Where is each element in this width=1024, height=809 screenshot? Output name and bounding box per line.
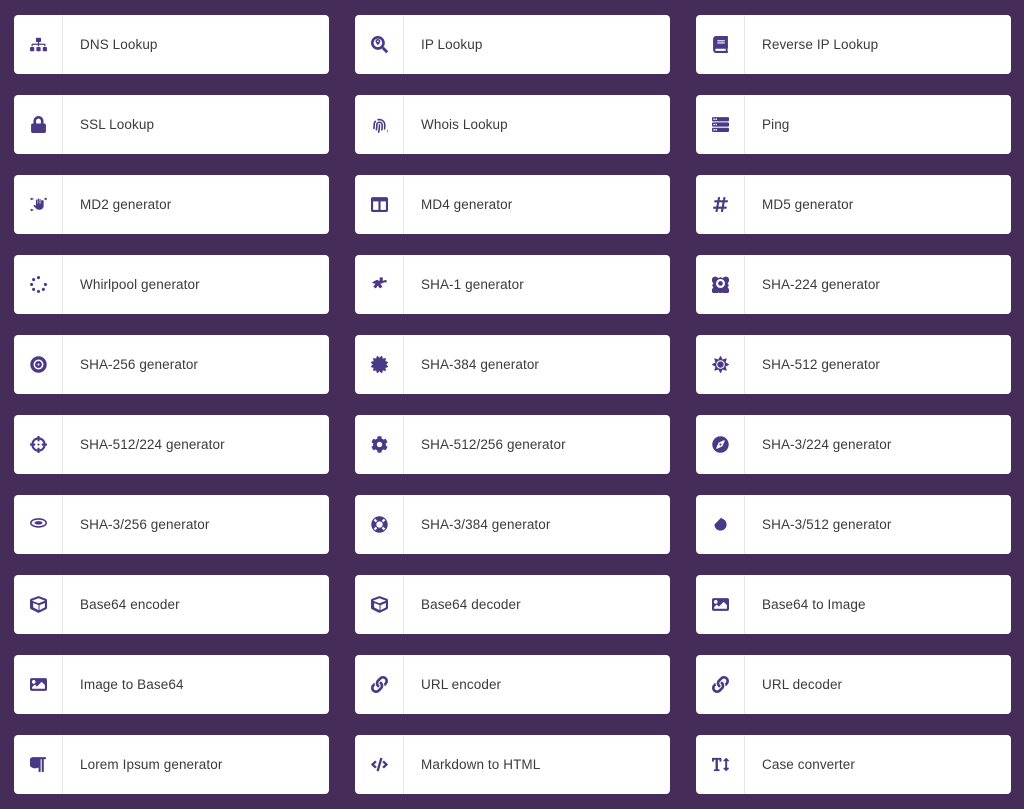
sitemap-icon (14, 15, 63, 74)
book-icon (696, 15, 745, 74)
atom-icon (696, 255, 745, 314)
paragraph-icon (14, 735, 63, 794)
tool-card[interactable]: MD4 generator (355, 175, 670, 234)
tool-card-label: SHA-3/384 generator (421, 516, 551, 532)
tool-grid: DNS Lookup IP Lookup Reverse IP Lookup SSL … (0, 0, 1024, 807)
ring-icon (14, 495, 63, 554)
server-icon (696, 95, 745, 154)
tool-card-label: Base64 to Image (762, 596, 866, 612)
tool-card[interactable]: SHA-3/512 generator (696, 495, 1011, 554)
tool-card[interactable]: Reverse IP Lookup (696, 15, 1011, 74)
spinner-dots-icon (14, 255, 63, 314)
tool-card-label: URL encoder (421, 676, 502, 692)
tool-card[interactable]: IP Lookup (355, 15, 670, 74)
image-icon (14, 655, 63, 714)
tool-card[interactable]: Whirlpool generator (14, 255, 329, 314)
tool-card[interactable]: Case converter (696, 735, 1011, 794)
asterisk-icon (355, 255, 404, 314)
tool-card-label: SHA-1 generator (421, 276, 524, 292)
tool-card[interactable]: Base64 to Image (696, 575, 1011, 634)
tool-card-label: SHA-224 generator (762, 276, 881, 292)
tool-card-label: MD5 generator (762, 196, 854, 212)
tool-card-label: DNS Lookup (80, 36, 158, 52)
record-vinyl-icon (14, 335, 63, 394)
tool-card[interactable]: Image to Base64 (14, 655, 329, 714)
tool-card[interactable]: SHA-3/384 generator (355, 495, 670, 554)
tool-card[interactable]: Ping (696, 95, 1011, 154)
cube-icon (355, 575, 404, 634)
life-ring-icon (355, 495, 404, 554)
tool-card[interactable]: SHA-512/224 generator (14, 415, 329, 474)
tool-card-label: SHA-3/512 generator (762, 516, 892, 532)
tool-card-label: SHA-512 generator (762, 356, 881, 372)
tool-card[interactable]: SHA-512 generator (696, 335, 1011, 394)
tool-card-label: SHA-512/256 generator (421, 436, 566, 452)
sun-icon (696, 335, 745, 394)
tool-card-label: Ping (762, 116, 790, 132)
tool-card[interactable]: SHA-256 generator (14, 335, 329, 394)
tool-card-label: Whois Lookup (421, 116, 508, 132)
tool-card-label: IP Lookup (421, 36, 483, 52)
tool-card[interactable]: URL decoder (696, 655, 1011, 714)
circle-notch-icon (696, 495, 745, 554)
text-height-icon (696, 735, 745, 794)
cog-icon (355, 415, 404, 474)
tool-card-label: SHA-3/224 generator (762, 436, 892, 452)
search-location-icon (355, 15, 404, 74)
tool-card[interactable]: SHA-3/256 generator (14, 495, 329, 554)
code-icon (355, 735, 404, 794)
tool-card[interactable]: SSL Lookup (14, 95, 329, 154)
tool-card-label: Base64 encoder (80, 596, 180, 612)
hashtag-icon (696, 175, 745, 234)
tool-card-label: SHA-3/256 generator (80, 516, 210, 532)
tool-card-label: MD4 generator (421, 196, 513, 212)
fingerprint-icon (355, 95, 404, 154)
tool-card-label: SSL Lookup (80, 116, 155, 132)
tool-card[interactable]: MD5 generator (696, 175, 1011, 234)
tool-card-label: Lorem Ipsum generator (80, 756, 223, 772)
link-icon (696, 655, 745, 714)
tool-card[interactable]: Base64 encoder (14, 575, 329, 634)
tool-card-label: Whirlpool generator (80, 276, 200, 292)
tool-card-label: SHA-384 generator (421, 356, 540, 372)
tool-card[interactable]: SHA-3/224 generator (696, 415, 1011, 474)
tool-card-label: Reverse IP Lookup (762, 36, 879, 52)
columns-icon (355, 175, 404, 234)
tool-card[interactable]: SHA-384 generator (355, 335, 670, 394)
lock-icon (14, 95, 63, 154)
tool-card[interactable]: Base64 decoder (355, 575, 670, 634)
tool-card-label: Markdown to HTML (421, 756, 541, 772)
tool-card-label: MD2 generator (80, 196, 172, 212)
crosshairs-icon (14, 415, 63, 474)
tool-card[interactable]: SHA-224 generator (696, 255, 1011, 314)
tool-card[interactable]: Markdown to HTML (355, 735, 670, 794)
tool-card-label: Case converter (762, 756, 855, 772)
tool-card[interactable]: DNS Lookup (14, 15, 329, 74)
tool-card[interactable]: SHA-1 generator (355, 255, 670, 314)
tool-card[interactable]: MD2 generator (14, 175, 329, 234)
cube-icon (14, 575, 63, 634)
compass-icon (696, 415, 745, 474)
tool-card-label: SHA-512/224 generator (80, 436, 225, 452)
tool-card-label: Image to Base64 (80, 676, 184, 692)
tool-card[interactable]: Lorem Ipsum generator (14, 735, 329, 794)
tool-card[interactable]: SHA-512/256 generator (355, 415, 670, 474)
hand-sparkles-icon (14, 175, 63, 234)
tool-card-label: URL decoder (762, 676, 843, 692)
tool-card-label: Base64 decoder (421, 596, 521, 612)
tool-card[interactable]: Whois Lookup (355, 95, 670, 154)
tool-card[interactable]: URL encoder (355, 655, 670, 714)
image-icon (696, 575, 745, 634)
link-icon (355, 655, 404, 714)
tool-card-label: SHA-256 generator (80, 356, 199, 372)
certificate-icon (355, 335, 404, 394)
